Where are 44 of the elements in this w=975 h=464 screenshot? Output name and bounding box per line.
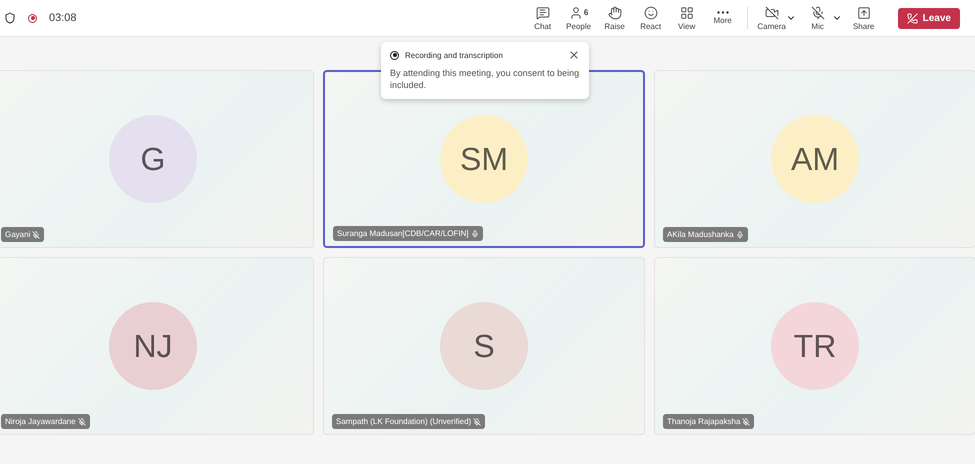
mic-icon — [470, 230, 479, 238]
participant-name: Niroja Jayawardane — [1, 414, 90, 429]
meeting-timer: 03:08 — [49, 12, 77, 24]
notice-text: By attending this meeting, you consent to being included. — [390, 67, 580, 92]
more-button[interactable]: More — [704, 11, 741, 25]
share-button[interactable]: Share — [846, 6, 882, 30]
grid-icon — [680, 6, 694, 20]
camera-off-icon — [764, 6, 779, 20]
participant-name: AKila Madushanka — [663, 227, 748, 242]
mic-off-icon — [78, 418, 86, 426]
participant-name: Sampath (LK Foundation) (Unverified) — [332, 414, 486, 429]
more-icon — [716, 11, 729, 14]
shield-icon — [4, 12, 16, 24]
hand-icon — [608, 6, 622, 20]
avatar: G — [109, 115, 197, 203]
share-icon — [856, 6, 871, 20]
raise-button[interactable]: Raise — [596, 6, 633, 30]
avatar: S — [440, 302, 528, 390]
mic-off-icon — [810, 6, 825, 20]
people-button[interactable]: 6 People — [560, 6, 597, 30]
mic-off-icon — [473, 418, 482, 426]
mic-button[interactable]: Mic — [800, 6, 836, 30]
participant-name: Suranga Madusan[CDB/CAR/LOFIN] — [333, 226, 483, 241]
chat-button[interactable]: Chat — [524, 6, 561, 30]
avatar: NJ — [109, 302, 197, 390]
view-button[interactable]: View — [668, 6, 705, 30]
avatar: SM — [440, 115, 528, 203]
mic-icon — [736, 230, 744, 238]
chat-icon — [536, 6, 550, 20]
camera-button[interactable]: Camera — [754, 6, 790, 30]
record-icon — [390, 50, 399, 60]
avatar: AM — [771, 115, 859, 203]
mic-off-icon — [32, 230, 40, 238]
smiley-icon — [644, 6, 658, 20]
participant-name: Gayani — [1, 227, 44, 242]
react-button[interactable]: React — [632, 6, 669, 30]
mic-off-icon — [742, 418, 750, 426]
close-icon[interactable] — [568, 49, 580, 61]
phone-icon — [906, 12, 918, 24]
avatar: TR — [771, 302, 859, 390]
leave-button[interactable]: Leave — [898, 8, 960, 28]
person-icon — [568, 6, 583, 20]
notice-title: Recording and transcription — [405, 50, 504, 60]
participant-name: Thanoja Rajapaksha — [663, 414, 754, 429]
